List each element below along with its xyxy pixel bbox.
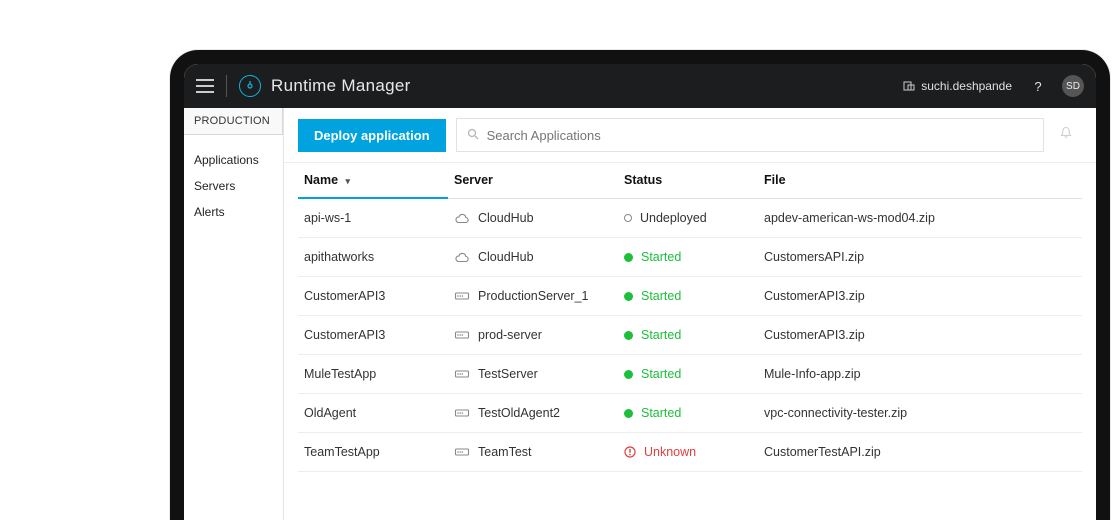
- cell-name: OldAgent: [298, 394, 448, 433]
- avatar-initials: SD: [1066, 81, 1080, 92]
- app-title: Runtime Manager: [271, 76, 411, 96]
- search-box[interactable]: [456, 118, 1044, 152]
- status-dot-icon: [624, 214, 632, 222]
- cell-status: Undeployed: [618, 198, 758, 238]
- column-header-status[interactable]: Status: [618, 163, 758, 198]
- cell-name: CustomerAPI3: [298, 277, 448, 316]
- sidebar-item-alerts[interactable]: Alerts: [194, 201, 273, 227]
- cloud-icon: [454, 212, 470, 224]
- cell-status: Started: [618, 394, 758, 433]
- cell-name: TeamTestApp: [298, 433, 448, 472]
- cell-status: Started: [618, 316, 758, 355]
- status-text: Undeployed: [640, 211, 707, 225]
- divider: [226, 75, 227, 97]
- cell-file: Mule-Info-app.zip: [758, 355, 1082, 394]
- cell-name: MuleTestApp: [298, 355, 448, 394]
- cell-server: CloudHub: [448, 198, 618, 238]
- help-button[interactable]: ?: [1030, 79, 1046, 94]
- main: Deploy application: [284, 108, 1096, 520]
- server-name: prod-server: [478, 328, 542, 342]
- cell-server: ProductionServer_1: [448, 277, 618, 316]
- org-name: suchi.deshpande: [921, 79, 1012, 93]
- column-header-file[interactable]: File: [758, 163, 1082, 198]
- cell-name: apithatworks: [298, 238, 448, 277]
- cell-server: TeamTest: [448, 433, 618, 472]
- server-icon: [454, 290, 470, 302]
- table-header-row: Name ▾ Server Status File: [298, 163, 1082, 198]
- server-name: TeamTest: [478, 445, 532, 459]
- status-dot-icon: [624, 331, 633, 340]
- cell-name: CustomerAPI3: [298, 316, 448, 355]
- cell-server: TestServer: [448, 355, 618, 394]
- device-frame: Runtime Manager suchi.deshpande ? SD PRO…: [170, 50, 1110, 520]
- applications-table: Name ▾ Server Status File api-ws-1 CloudH…: [284, 163, 1096, 472]
- status-dot-icon: [624, 253, 633, 262]
- status-dot-icon: [624, 409, 633, 418]
- sidebar-item-servers[interactable]: Servers: [194, 175, 273, 201]
- column-header-name[interactable]: Name ▾: [298, 163, 448, 198]
- cell-file: CustomersAPI.zip: [758, 238, 1082, 277]
- server-icon: [454, 407, 470, 419]
- cell-file: apdev-american-ws-mod04.zip: [758, 198, 1082, 238]
- status-dot-icon: [624, 370, 633, 379]
- cell-server: TestOldAgent2: [448, 394, 618, 433]
- cell-status: Unknown: [618, 433, 758, 472]
- status-warning-icon: [624, 446, 636, 458]
- status-text: Started: [641, 367, 681, 381]
- avatar[interactable]: SD: [1062, 75, 1084, 97]
- status-text: Started: [641, 250, 681, 264]
- status-text: Started: [641, 406, 681, 420]
- table-row[interactable]: apithatworks CloudHub Started CustomersAPI.…: [298, 238, 1082, 277]
- server-name: ProductionServer_1: [478, 289, 588, 303]
- table-row[interactable]: api-ws-1 CloudHub Undeployed apdev-american…: [298, 198, 1082, 238]
- deploy-application-button[interactable]: Deploy application: [298, 119, 446, 152]
- toolbar: Deploy application: [284, 108, 1096, 163]
- menu-icon[interactable]: [196, 79, 214, 93]
- server-icon: [454, 329, 470, 341]
- status-dot-icon: [624, 292, 633, 301]
- app-screen: Runtime Manager suchi.deshpande ? SD PRO…: [184, 64, 1096, 520]
- cell-server: prod-server: [448, 316, 618, 355]
- cloud-icon: [454, 251, 470, 263]
- server-icon: [454, 446, 470, 458]
- table-row[interactable]: OldAgent TestOldAgent2 Started vpc-connecti…: [298, 394, 1082, 433]
- sidebar-item-applications[interactable]: Applications: [194, 149, 273, 175]
- server-icon: [454, 368, 470, 380]
- cell-status: Started: [618, 238, 758, 277]
- body: PRODUCTION Applications Servers Alerts D…: [184, 108, 1096, 520]
- table-row[interactable]: CustomerAPI3 prod-server Started CustomerAP…: [298, 316, 1082, 355]
- table-row[interactable]: CustomerAPI3 ProductionServer_1 Started Cus…: [298, 277, 1082, 316]
- cell-status: Started: [618, 277, 758, 316]
- table-row[interactable]: MuleTestApp TestServer Started Mule-Info-ap…: [298, 355, 1082, 394]
- cell-name: api-ws-1: [298, 198, 448, 238]
- sort-caret-icon: ▾: [346, 176, 351, 186]
- topbar: Runtime Manager suchi.deshpande ? SD: [184, 64, 1096, 108]
- notifications-icon[interactable]: [1050, 126, 1082, 144]
- status-text: Unknown: [644, 445, 696, 459]
- cell-file: CustomerAPI3.zip: [758, 316, 1082, 355]
- column-header-server[interactable]: Server: [448, 163, 618, 198]
- environment-selector[interactable]: PRODUCTION: [184, 108, 283, 135]
- sidebar: PRODUCTION Applications Servers Alerts: [184, 108, 284, 520]
- cell-file: vpc-connectivity-tester.zip: [758, 394, 1082, 433]
- product-logo-icon: [239, 75, 261, 97]
- server-name: TestOldAgent2: [478, 406, 560, 420]
- server-name: TestServer: [478, 367, 538, 381]
- cell-server: CloudHub: [448, 238, 618, 277]
- search-icon: [467, 128, 479, 143]
- search-input[interactable]: [487, 128, 1033, 143]
- server-name: CloudHub: [478, 250, 534, 264]
- cell-file: CustomerAPI3.zip: [758, 277, 1082, 316]
- org-icon: [903, 80, 915, 92]
- status-text: Started: [641, 289, 681, 303]
- cell-status: Started: [618, 355, 758, 394]
- sidebar-items: Applications Servers Alerts: [184, 135, 283, 241]
- server-name: CloudHub: [478, 211, 534, 225]
- status-text: Started: [641, 328, 681, 342]
- cell-file: CustomerTestAPI.zip: [758, 433, 1082, 472]
- org-switcher[interactable]: suchi.deshpande: [903, 79, 1012, 93]
- table-row[interactable]: TeamTestApp TeamTest Unknown CustomerTestAP…: [298, 433, 1082, 472]
